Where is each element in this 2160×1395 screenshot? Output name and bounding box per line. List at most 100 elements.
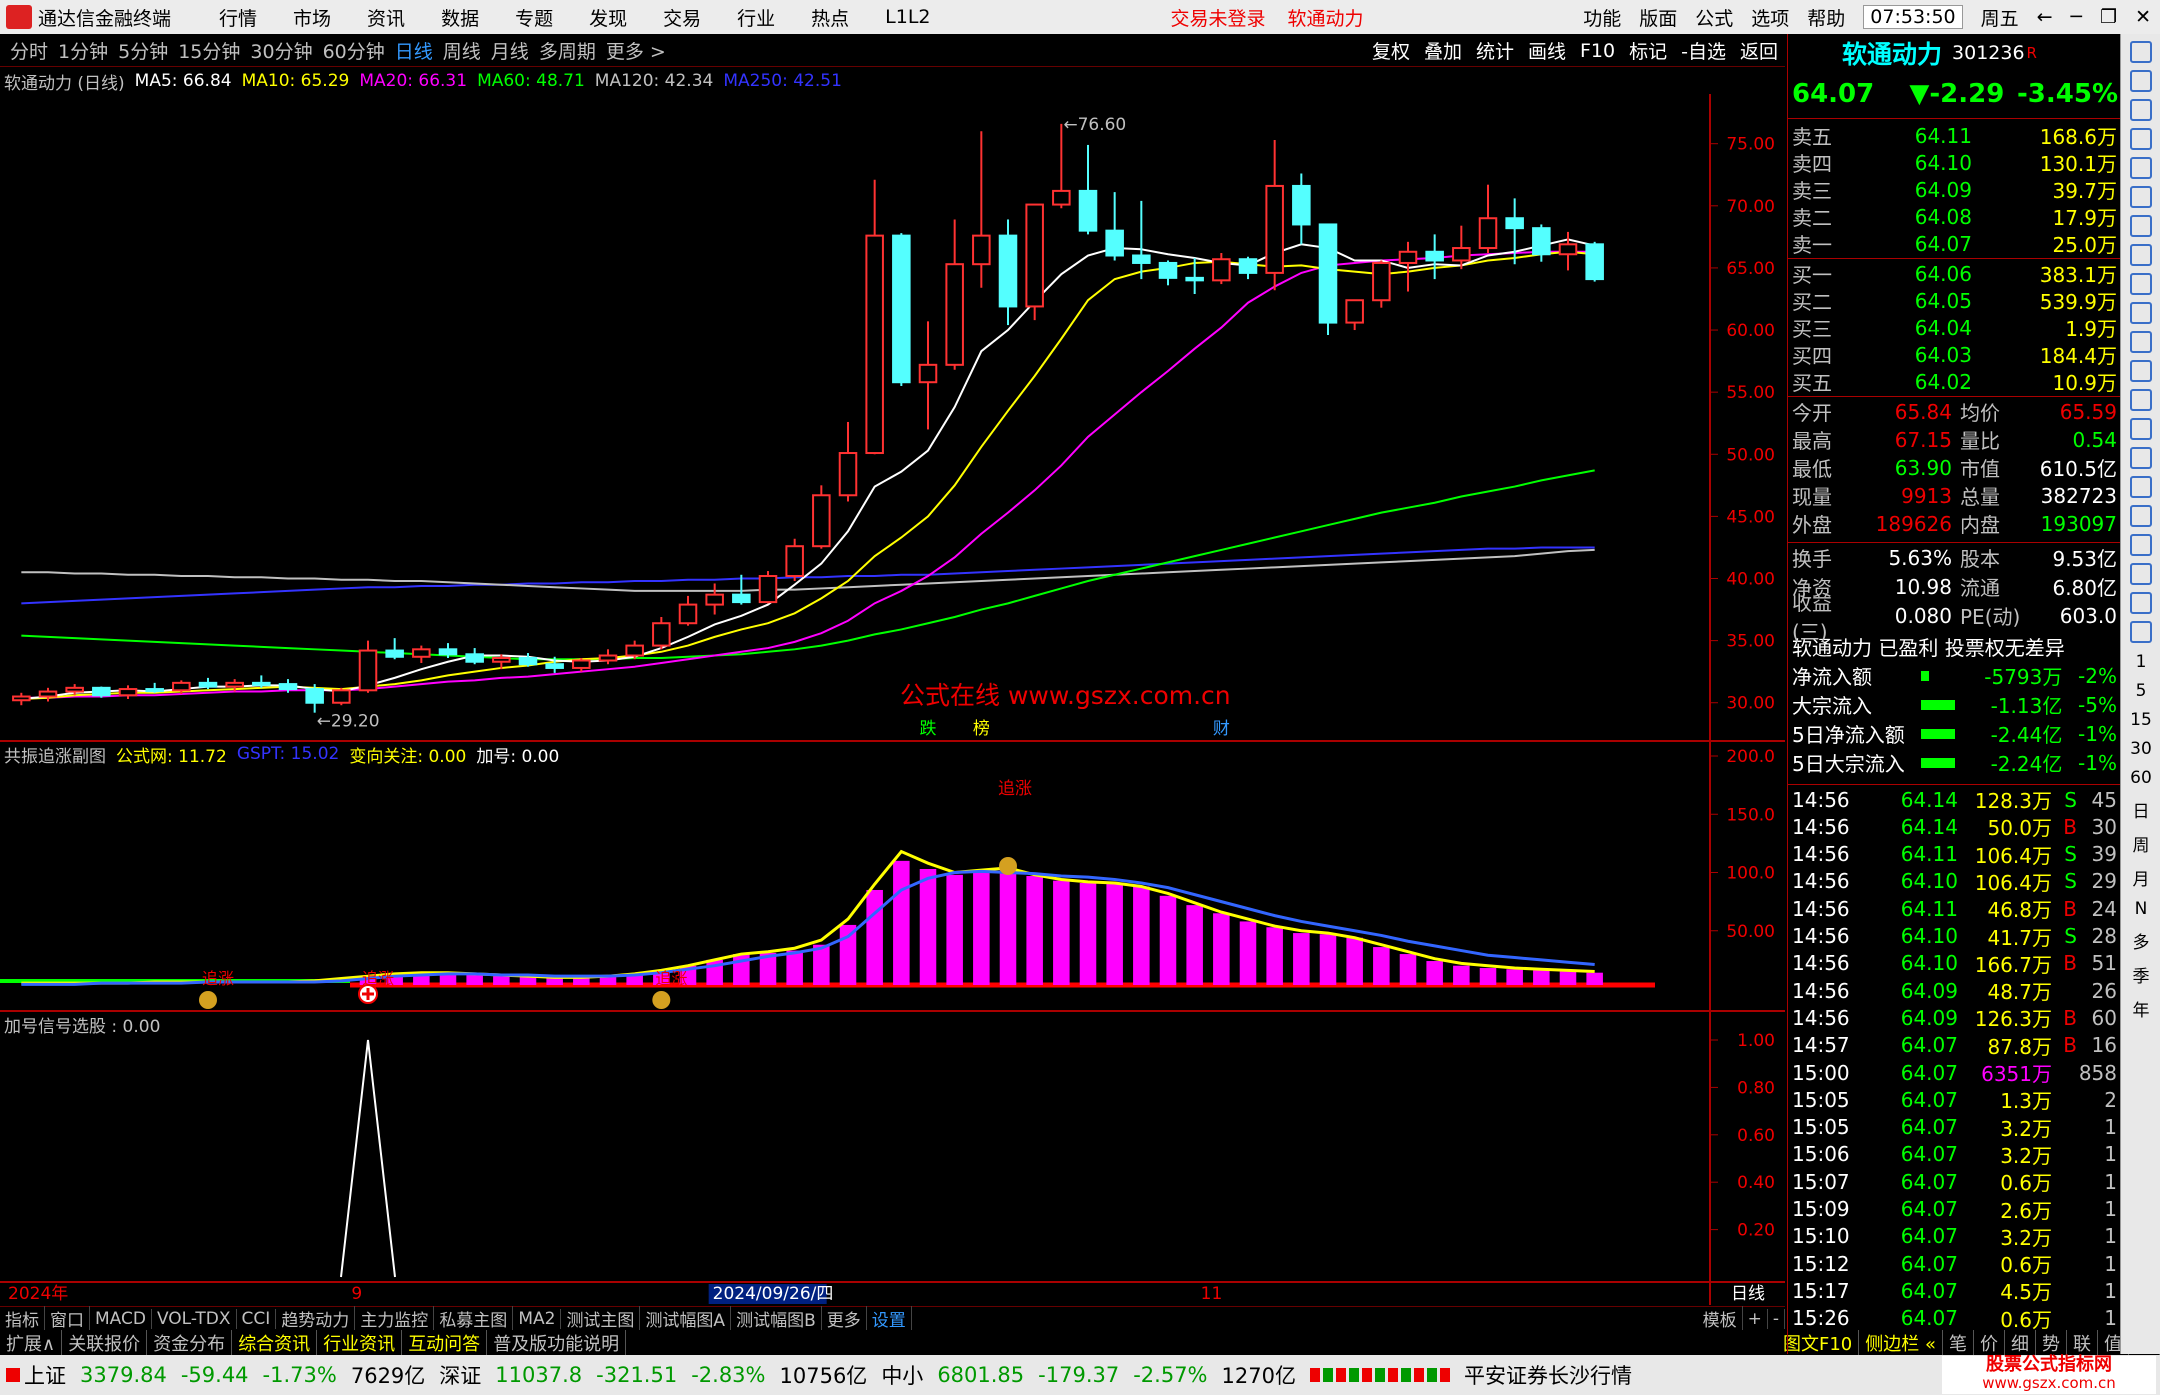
tab-indicator[interactable]: 指标 [0,1306,45,1331]
wave-icon[interactable] [2129,505,2152,527]
tab-remove[interactable]: - [1768,1308,1785,1329]
sidebar-period[interactable]: 季 [2121,962,2160,987]
sidebar-period[interactable]: 多 [2121,928,2160,953]
tool-back[interactable]: 返回 [1740,37,1778,64]
f2-icon[interactable] [2129,389,2152,411]
menu-item[interactable]: L1L2 [885,6,930,28]
sh-index-name[interactable]: 上证 [24,1360,66,1390]
ext-expand[interactable]: 扩展∧ [0,1329,63,1356]
period-tab-active[interactable]: 日线 [395,37,433,64]
tab-test-main[interactable]: 测试主图 [561,1306,641,1331]
tab-more[interactable]: 更多 [822,1306,867,1331]
chart-area[interactable]: 75.00 70.00 65.00 60.00 55.00 50.00 45.00 40.00… [0,94,1785,1305]
book-icon[interactable] [2129,128,2152,150]
menu-item[interactable]: 热点 [811,4,849,31]
tool-draw[interactable]: 画线 [1528,37,1566,64]
menu-item[interactable]: 行情 [219,4,257,31]
tab-test-a[interactable]: 测试幅图A [640,1306,732,1331]
ext-funds[interactable]: 资金分布 [147,1329,233,1356]
restore-icon[interactable]: ❐ [2100,6,2117,28]
tab-settings[interactable]: 设置 [867,1306,912,1331]
rsi-icon[interactable] [2129,476,2152,498]
tab-cci[interactable]: CCI [237,1308,277,1329]
sidebar-period[interactable]: 1 [2121,652,2160,672]
menu-formula[interactable]: 公式 [1695,4,1733,31]
tab-private-fund[interactable]: 私募主图 [434,1306,514,1331]
ext-related[interactable]: 关联报价 [62,1329,148,1356]
candle-icon[interactable] [2129,244,2152,266]
pen-icon[interactable] [2129,563,2152,585]
sidebar-period[interactable]: 月 [2121,865,2160,890]
menu-options[interactable]: 选项 [1751,4,1789,31]
f5-icon[interactable] [2129,592,2152,614]
period-tab[interactable]: 5分钟 [118,37,168,64]
line-chart-icon[interactable] [2129,215,2152,237]
f10-icon[interactable] [2129,302,2152,324]
target-icon[interactable] [2129,418,2152,440]
sidebar-period[interactable]: 年 [2121,996,2160,1021]
list-icon[interactable] [2129,273,2152,295]
sidebar-period[interactable]: 日 [2121,797,2160,822]
f1-icon[interactable] [2129,360,2152,382]
period-tab[interactable]: 多周期 [539,37,596,64]
period-tab[interactable]: 更多 > [606,37,666,64]
minimize-icon[interactable]: ─ [2071,6,2082,28]
period-tab[interactable]: 分时 [10,37,48,64]
tool-f10[interactable]: F10 [1580,40,1615,62]
tool-watchlist[interactable]: -自选 [1681,37,1726,64]
tool-mark[interactable]: 标记 [1629,37,1667,64]
tool-overlay[interactable]: 叠加 [1424,37,1462,64]
tab-template[interactable]: 模板 [1698,1306,1743,1331]
tool-stats[interactable]: 统计 [1476,37,1514,64]
tab-trend[interactable]: 趋势动力 [276,1306,356,1331]
trade-login-status[interactable]: 交易未登录 [1171,4,1266,31]
tool-adjust[interactable]: 复权 [1372,37,1410,64]
sidebar-period[interactable]: 60 [2121,768,2160,788]
menu-item[interactable]: 发现 [589,4,627,31]
chart-icon[interactable] [2129,447,2152,469]
ext-guide[interactable]: 普及版功能说明 [487,1329,627,1356]
ext-news[interactable]: 综合资讯 [232,1329,318,1356]
menu-item[interactable]: 专题 [515,4,553,31]
menu-item[interactable]: 行业 [737,4,775,31]
ext-industry[interactable]: 行业资讯 [317,1329,403,1356]
sme-index-name[interactable]: 中小 [881,1360,923,1390]
period-tab[interactable]: 周线 [443,37,481,64]
grid-icon[interactable] [2129,157,2152,179]
ext-qa[interactable]: 互动问答 [402,1329,488,1356]
down-arrow-icon[interactable] [2129,99,2152,121]
table-icon[interactable] [2129,186,2152,208]
menu-item[interactable]: 交易 [663,4,701,31]
back-arrow-icon[interactable]: ← [2037,6,2053,28]
menu-item[interactable]: 资讯 [367,4,405,31]
move-icon[interactable] [2129,534,2152,556]
menu-item[interactable]: 市场 [293,4,331,31]
tab-test-b[interactable]: 测试幅图B [731,1306,822,1331]
menu-layout[interactable]: 版面 [1639,4,1677,31]
tab-main-monitor[interactable]: 主力监控 [355,1306,435,1331]
sidebar-period[interactable]: N [2121,899,2160,919]
up-arrow-icon[interactable] [2129,70,2152,92]
sidebar-period[interactable]: 15 [2121,710,2160,730]
close-icon[interactable]: ✕ [2135,6,2151,28]
tab-window[interactable]: 窗口 [45,1306,90,1331]
collapse-icon[interactable] [2129,41,2152,63]
period-tab[interactable]: 月线 [491,37,529,64]
export-icon[interactable] [2129,621,2152,643]
sidebar-period[interactable]: 5 [2121,681,2160,701]
period-tab[interactable]: 1分钟 [58,37,108,64]
menu-help[interactable]: 帮助 [1807,4,1845,31]
tab-ma2[interactable]: MA2 [513,1308,562,1329]
tab-vol[interactable]: VOL-TDX [152,1308,237,1329]
tab-macd[interactable]: MACD [90,1308,152,1329]
sidebar-period[interactable]: 周 [2121,831,2160,856]
sidebar-period[interactable]: 30 [2121,739,2160,759]
tab-add[interactable]: + [1743,1308,1768,1329]
period-tab[interactable]: 15分钟 [178,37,240,64]
menu-item[interactable]: 数据 [441,4,479,31]
sz-index-name[interactable]: 深证 [439,1360,481,1390]
doc-icon[interactable] [2129,331,2152,353]
menu-function[interactable]: 功能 [1583,4,1621,31]
period-tab[interactable]: 30分钟 [250,37,312,64]
period-tab[interactable]: 60分钟 [323,37,385,64]
